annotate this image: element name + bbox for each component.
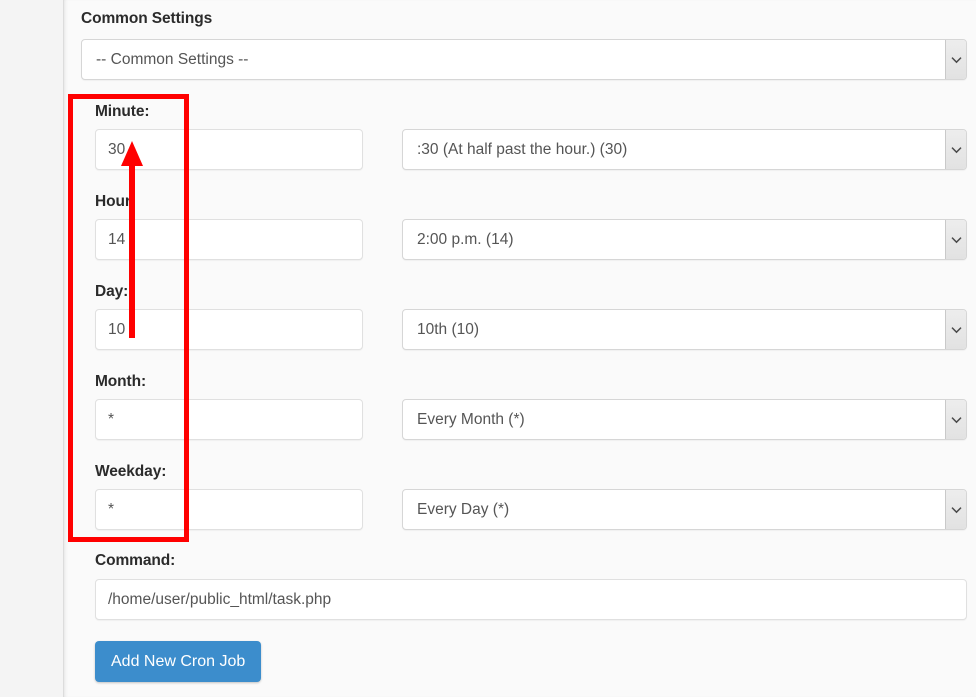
chevron-down-icon: [945, 400, 966, 439]
hour-input[interactable]: [95, 219, 363, 260]
month-select-value: Every Month (*): [417, 410, 525, 428]
weekday-select-value: Every Day (*): [417, 500, 510, 518]
common-settings-label: Common Settings: [81, 10, 213, 27]
hour-label: Hour:: [95, 193, 136, 210]
weekday-select[interactable]: Every Day (*): [402, 489, 967, 530]
command-label: Command:: [95, 552, 176, 569]
page-root: Common Settings -- Common Settings -- Mi…: [0, 0, 976, 697]
weekday-input[interactable]: [95, 489, 363, 530]
minute-select-value: :30 (At half past the hour.) (30): [417, 140, 628, 158]
chevron-down-icon: [945, 40, 966, 79]
cron-form-panel: Common Settings -- Common Settings -- Mi…: [63, 0, 976, 697]
add-new-cron-job-button[interactable]: Add New Cron Job: [95, 641, 262, 682]
minute-select[interactable]: :30 (At half past the hour.) (30): [402, 129, 967, 170]
common-settings-select[interactable]: -- Common Settings --: [81, 39, 967, 80]
chevron-down-icon: [945, 310, 966, 349]
minute-input[interactable]: [95, 129, 363, 170]
chevron-down-icon: [945, 130, 966, 169]
command-input[interactable]: [95, 579, 967, 620]
common-settings-row: Common Settings: [81, 11, 967, 27]
month-input[interactable]: [95, 399, 363, 440]
day-select-value: 10th (10): [417, 320, 480, 338]
hour-select[interactable]: 2:00 p.m. (14): [402, 219, 967, 260]
common-settings-select-value: -- Common Settings --: [96, 50, 249, 68]
chevron-down-icon: [945, 490, 966, 529]
day-select[interactable]: 10th (10): [402, 309, 967, 350]
day-input[interactable]: [95, 309, 363, 350]
left-gutter: [0, 0, 63, 697]
month-label: Month:: [95, 373, 147, 390]
chevron-down-icon: [945, 220, 966, 259]
minute-label: Minute:: [95, 103, 150, 120]
day-label: Day:: [95, 283, 129, 300]
weekday-label: Weekday:: [95, 463, 167, 480]
hour-select-value: 2:00 p.m. (14): [417, 230, 514, 248]
month-select[interactable]: Every Month (*): [402, 399, 967, 440]
